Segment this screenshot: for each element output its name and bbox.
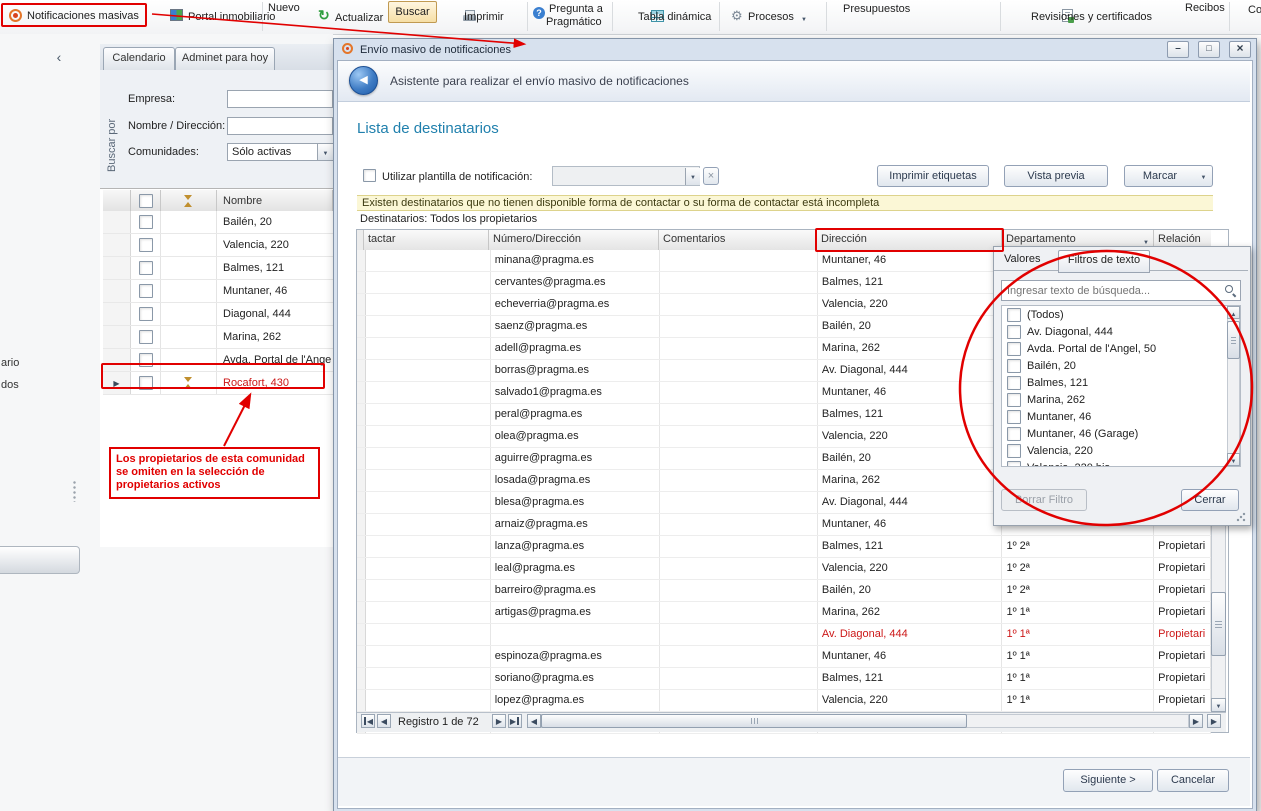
resize-grip[interactable]	[1236, 512, 1246, 522]
filter-value-item[interactable]: Bailén, 20	[1002, 357, 1240, 374]
scroll-up-button[interactable]	[1227, 306, 1240, 319]
scroll-down-button[interactable]	[1227, 453, 1240, 466]
filter-values-list: (Todos) Av. Diagonal, 444 Avda. Portal de …	[1001, 305, 1241, 467]
filter-value-label: Balmes, 121	[1027, 377, 1088, 389]
tab-filtros-de-texto[interactable]: Filtros de texto	[1058, 250, 1150, 273]
filter-value-checkbox[interactable]	[1007, 461, 1021, 468]
filter-value-checkbox[interactable]	[1007, 308, 1021, 322]
cerrar-button[interactable]: Cerrar	[1181, 489, 1239, 511]
filter-value-label: Av. Diagonal, 444	[1027, 326, 1113, 338]
scroll-thumb[interactable]	[1227, 321, 1240, 359]
filter-value-label: Valencia, 220 bis	[1027, 462, 1110, 468]
filter-value-checkbox[interactable]	[1007, 325, 1021, 339]
filter-value-checkbox[interactable]	[1007, 444, 1021, 458]
filter-value-label: Bailén, 20	[1027, 360, 1076, 372]
filter-value-checkbox[interactable]	[1007, 427, 1021, 441]
filter-value-label: Muntaner, 46	[1027, 411, 1091, 423]
tab-valores[interactable]: Valores	[1004, 253, 1040, 265]
borrar-filtro-button[interactable]: Borrar Filtro	[1001, 489, 1087, 511]
filter-value-checkbox[interactable]	[1007, 376, 1021, 390]
filter-value-checkbox[interactable]	[1007, 359, 1021, 373]
app-root: Notificaciones masivas Portal inmobiliar…	[0, 0, 1261, 811]
filter-value-item[interactable]: Avda. Portal de l'Angel, 50	[1002, 340, 1240, 357]
filter-value-item[interactable]: Av. Diagonal, 444	[1002, 323, 1240, 340]
search-icon[interactable]	[1224, 284, 1237, 297]
filter-value-checkbox[interactable]	[1007, 342, 1021, 356]
filter-search-input[interactable]	[1001, 280, 1241, 301]
filter-value-item[interactable]: Muntaner, 46	[1002, 408, 1240, 425]
filter-value-label: Marina, 262	[1027, 394, 1085, 406]
filter-value-label: Avda. Portal de l'Angel, 50	[1027, 343, 1156, 355]
filter-value-item[interactable]: Marina, 262	[1002, 391, 1240, 408]
filter-value-item[interactable]: Muntaner, 46 (Garage)	[1002, 425, 1240, 442]
filter-value-item[interactable]: Valencia, 220 bis	[1002, 459, 1240, 467]
filter-value-checkbox[interactable]	[1007, 410, 1021, 424]
filter-value-checkbox[interactable]	[1007, 393, 1021, 407]
filter-value-item[interactable]: (Todos)	[1002, 306, 1240, 323]
filter-value-label: (Todos)	[1027, 309, 1064, 321]
filter-value-label: Valencia, 220	[1027, 445, 1093, 457]
filter-value-label: Muntaner, 46 (Garage)	[1027, 428, 1138, 440]
filter-value-item[interactable]: Valencia, 220	[1002, 442, 1240, 459]
filter-values-items: (Todos) Av. Diagonal, 444 Avda. Portal de …	[1002, 306, 1240, 467]
filter-value-item[interactable]: Balmes, 121	[1002, 374, 1240, 391]
